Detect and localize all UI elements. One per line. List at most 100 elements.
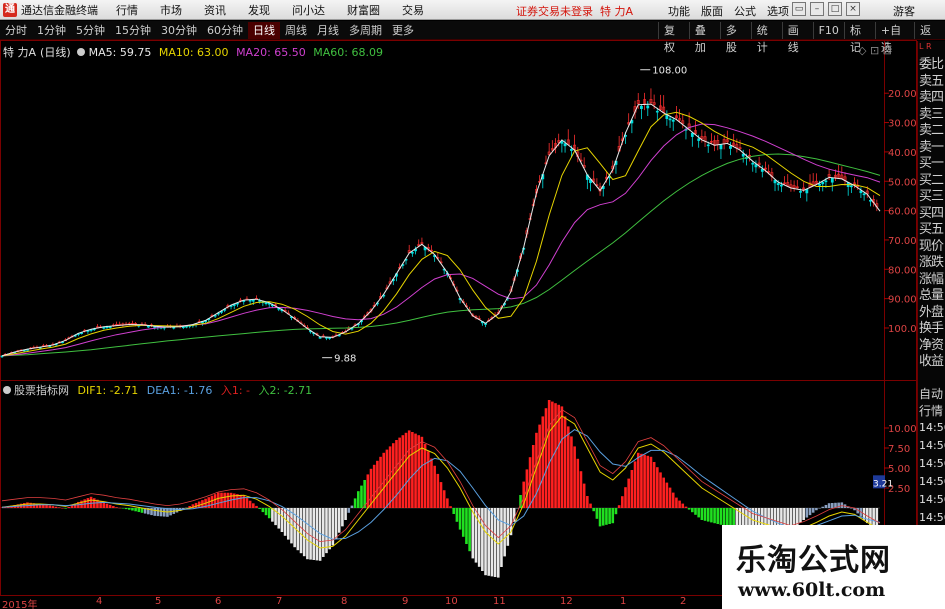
macd-bar xyxy=(287,508,290,540)
macd-bar xyxy=(697,508,700,518)
tick-time: 14:56 xyxy=(919,475,945,488)
macd-bar xyxy=(643,454,646,508)
macd-bar xyxy=(598,508,602,527)
ma20-line xyxy=(1,123,881,357)
macd-bar xyxy=(719,508,723,525)
macd-bar xyxy=(566,426,570,508)
y-tick-label: 100.0 xyxy=(888,324,917,335)
macd-bar xyxy=(127,508,131,510)
macd-bar xyxy=(150,508,153,516)
candle-body xyxy=(185,325,188,328)
panel-tool-icons[interactable]: ◇ ⊡ ⊠ xyxy=(858,44,892,57)
macd-bar xyxy=(617,505,621,508)
macd-bar xyxy=(703,508,707,521)
macd-bar xyxy=(452,508,456,514)
macd-bar xyxy=(649,456,653,508)
sidebar2-item[interactable]: 行情 xyxy=(919,402,943,419)
macd-bar xyxy=(388,446,392,508)
tick-time: 14:56 xyxy=(919,439,945,452)
macd-bar xyxy=(439,482,443,508)
macd-bar xyxy=(430,458,433,508)
watermark-url: www.60lt.com xyxy=(738,579,886,601)
price-panel-header: 特 力A (日线) MA5: 59.75 MA10: 63.00 MA20: 65.… xyxy=(3,44,387,60)
candle-body xyxy=(760,169,764,172)
macd-bar xyxy=(407,430,411,508)
macd-bar xyxy=(423,444,427,508)
sidebar-lr-toggle[interactable]: L R xyxy=(919,42,932,51)
y-tick-label: 50.00 xyxy=(888,177,917,188)
macd-bar xyxy=(563,416,567,508)
macd-bar xyxy=(239,494,242,508)
macd-bar xyxy=(716,508,720,524)
macd-bar xyxy=(500,508,503,567)
kline-chart[interactable]: 100.0 90.00 80.00 70.00 60.00 50.00 40.00 30.00… xyxy=(0,0,917,609)
macd-bar xyxy=(302,508,306,557)
macd-bar xyxy=(57,507,61,508)
settings-dot-icon[interactable] xyxy=(76,48,85,56)
candle-body xyxy=(318,336,322,339)
indicator-settings-icon[interactable] xyxy=(3,386,11,394)
macd-bar xyxy=(312,508,316,560)
macd-y-tick-label: 7.50 xyxy=(888,444,910,455)
macd-bar xyxy=(258,508,261,509)
macd-bar xyxy=(802,508,805,520)
macd-bar xyxy=(248,500,252,508)
macd-bar xyxy=(309,508,312,560)
candle-body xyxy=(779,184,783,187)
macd-bar xyxy=(252,503,255,508)
candle-body xyxy=(410,251,414,254)
macd-bar xyxy=(656,467,659,508)
y-tick-label: 60.00 xyxy=(888,207,917,218)
macd-bar xyxy=(296,508,300,551)
y-tick-label: 20.00 xyxy=(888,89,917,100)
macd-bar xyxy=(325,508,328,554)
macd-bar xyxy=(121,508,125,509)
macd-bar xyxy=(337,508,341,533)
macd-bar xyxy=(436,473,440,508)
x-axis-label: 7 xyxy=(276,596,283,607)
macd-bar xyxy=(280,508,284,532)
price-panel-border xyxy=(0,40,917,381)
in1-value: 入1: - xyxy=(220,384,250,397)
sidebar2-item[interactable]: 自动 xyxy=(919,385,943,402)
macd-bar xyxy=(468,508,471,552)
macd-bar xyxy=(48,505,52,508)
dif-value: DIF1: -2.71 xyxy=(77,384,139,397)
macd-bar xyxy=(684,506,688,508)
candle-body xyxy=(849,185,853,188)
macd-bar xyxy=(706,508,710,522)
macd-bar xyxy=(691,508,694,513)
macd-bar xyxy=(350,505,354,508)
candle-body xyxy=(690,132,694,137)
back-button[interactable]: 返回 xyxy=(914,22,945,54)
x-axis-label: 9 xyxy=(402,596,409,607)
candle-body xyxy=(248,299,252,302)
macd-bar xyxy=(471,508,475,559)
macd-bar xyxy=(490,508,494,577)
macd-bar xyxy=(455,508,459,522)
macd-bar xyxy=(417,435,421,508)
x-axis-label: 5 xyxy=(155,596,162,607)
macd-bar xyxy=(484,508,487,576)
macd-bar xyxy=(827,503,831,508)
macd-bar xyxy=(67,506,71,508)
candle-body xyxy=(646,105,650,109)
macd-bar xyxy=(700,508,704,520)
macd-bar xyxy=(722,508,726,526)
macd-bar xyxy=(465,508,468,544)
quote-sidebar: L R 委比 卖五 卖四 卖三 卖二 卖一 买一 买二 买三 买四 买五 现价 涨跌 涨幅 总量 外盘 换手 净资… xyxy=(917,41,945,381)
macd-bar xyxy=(646,455,650,508)
macd-bar xyxy=(541,416,545,508)
macd-bar xyxy=(576,458,580,508)
macd-bar xyxy=(299,508,303,554)
ma5-value: MA5: 59.75 xyxy=(88,46,152,59)
candle-body xyxy=(776,183,780,186)
y-tick-label: 90.00 xyxy=(888,295,917,306)
candle-body xyxy=(830,177,834,183)
macd-bar xyxy=(582,483,586,508)
candle-body xyxy=(697,138,701,141)
y-tick-label: 70.00 xyxy=(888,236,917,247)
macd-bar xyxy=(671,492,675,508)
indicator-name: 股票指标网 xyxy=(14,384,69,397)
macd-y-tick-label: 5.00 xyxy=(888,464,910,475)
